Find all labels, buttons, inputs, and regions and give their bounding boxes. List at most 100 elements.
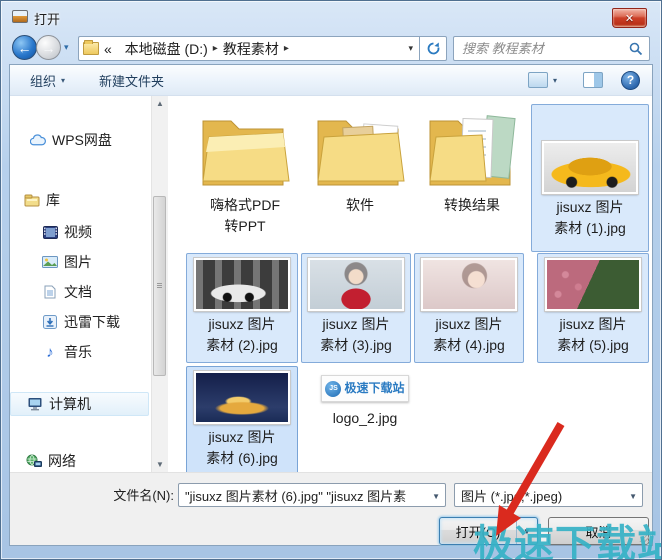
chevron-down-icon: ▾ <box>61 76 65 85</box>
refresh-icon <box>426 41 441 56</box>
file-item-folder-software[interactable]: 软件 <box>303 104 417 252</box>
spacer <box>117 43 120 54</box>
file-item-folder-pdf2ppt[interactable]: 嗨格式PDF 转PPT <box>188 104 302 252</box>
file-name-line: 素材 (2).jpg <box>187 335 297 356</box>
file-item-jisuxz-6[interactable]: jisuxz 图片 素材 (6).jpg <box>186 366 298 472</box>
command-toolbar: 组织 ▾ 新建文件夹 ▾ ? <box>10 65 652 96</box>
sidebar-item-label: 图片 <box>64 252 92 272</box>
file-item-jisuxz-5[interactable]: jisuxz 图片 素材 (5).jpg <box>537 253 649 363</box>
file-name-line: jisuxz 图片 <box>532 197 648 218</box>
sidebar-item-documents[interactable]: 文档 <box>10 280 149 304</box>
navigation-pane: WPS网盘 库 视频 图片 <box>10 96 151 472</box>
preview-pane-button[interactable] <box>575 68 611 92</box>
breadcrumb-collapse-chevron[interactable]: « <box>104 41 112 57</box>
sidebar-item-libraries[interactable]: 库 <box>10 188 149 212</box>
file-name-line: 软件 <box>304 195 416 216</box>
file-name-line: 转换结果 <box>417 195 527 216</box>
search-box[interactable] <box>453 36 650 61</box>
sidebar-item-label: 视频 <box>64 222 92 242</box>
thumbnail-image <box>194 371 290 424</box>
file-name-line: 素材 (3).jpg <box>302 335 410 356</box>
thumbnail-image <box>308 258 404 311</box>
sidebar-item-music[interactable]: ♪ 音乐 <box>10 340 149 364</box>
logo-text: 极速下载站 <box>344 378 404 399</box>
folder-icon <box>195 107 295 195</box>
file-name-line: jisuxz 图片 <box>415 314 523 335</box>
sidebar-scrollbar[interactable]: ▲ ▼ <box>151 96 168 472</box>
help-button[interactable]: ? <box>621 71 640 90</box>
forward-button[interactable]: → <box>36 35 61 60</box>
file-name-line: 素材 (4).jpg <box>415 335 523 356</box>
file-item-jisuxz-1[interactable]: jisuxz 图片 素材 (1).jpg <box>531 104 649 252</box>
new-folder-label: 新建文件夹 <box>99 71 164 90</box>
breadcrumb-item-folder[interactable]: 教程素材 <box>223 39 279 59</box>
watermark-text: 极速下载站 <box>473 512 662 560</box>
folder-icon <box>83 42 99 55</box>
thumbnail-logo: JS 极速下载站 <box>321 375 409 402</box>
file-name-line: jisuxz 图片 <box>187 314 297 335</box>
views-button[interactable]: ▾ <box>520 68 565 92</box>
file-name-line: logo_2.jpg <box>306 408 424 429</box>
search-icon <box>629 42 643 56</box>
breadcrumb-separator-icon[interactable]: ▸ <box>284 43 289 54</box>
forward-arrow-icon: → <box>42 40 56 56</box>
chevron-down-icon[interactable]: ▼ <box>629 492 637 501</box>
thumbnail-image <box>545 258 641 311</box>
chevron-down-icon[interactable]: ▼ <box>432 492 440 501</box>
file-item-jisuxz-2[interactable]: jisuxz 图片 素材 (2).jpg <box>186 253 298 363</box>
music-note-glyph: ♪ <box>46 344 54 361</box>
file-item-jisuxz-3[interactable]: jisuxz 图片 素材 (3).jpg <box>301 253 411 363</box>
help-icon: ? <box>627 73 634 87</box>
address-dropdown-icon[interactable]: ▾ <box>406 43 415 54</box>
file-name-line: 素材 (6).jpg <box>187 448 297 469</box>
sidebar-item-label: 计算机 <box>49 394 91 414</box>
thumbnail-image <box>194 258 290 311</box>
refresh-button[interactable] <box>419 36 447 61</box>
file-item-jisuxz-4[interactable]: jisuxz 图片 素材 (4).jpg <box>414 253 524 363</box>
thumbnail-image <box>542 141 638 194</box>
scroll-down-button[interactable]: ▼ <box>153 457 167 472</box>
folder-icon <box>422 107 522 195</box>
sidebar-item-label: 网络 <box>48 451 76 471</box>
organize-button[interactable]: 组织 ▾ <box>22 67 73 94</box>
sidebar-item-label: WPS网盘 <box>52 130 112 150</box>
arrow-up-icon: ▲ <box>156 99 164 108</box>
breadcrumb-item-drive[interactable]: 本地磁盘 (D:) <box>125 39 208 59</box>
sidebar-item-videos[interactable]: 视频 <box>10 220 149 244</box>
file-item-logo2[interactable]: JS 极速下载站 logo_2.jpg <box>305 374 425 472</box>
network-icon <box>26 453 42 469</box>
arrow-down-icon: ▼ <box>156 460 164 469</box>
filename-combobox[interactable]: "jisuxz 图片素材 (6).jpg" "jisuxz 图片素 ▼ <box>178 483 446 507</box>
dialog-image-icon <box>12 10 28 23</box>
back-arrow-icon: ← <box>18 40 32 56</box>
picture-icon <box>42 254 58 270</box>
sidebar-item-label: 文档 <box>64 282 92 302</box>
sidebar-item-pictures[interactable]: 图片 <box>10 250 149 274</box>
logo-badge-icon: JS <box>325 381 341 397</box>
sidebar-item-network[interactable]: 网络 <box>10 449 149 472</box>
dialog-body: 组织 ▾ 新建文件夹 ▾ ? <box>9 64 653 546</box>
file-name-line: 嗨格式PDF <box>189 195 301 216</box>
file-list: 嗨格式PDF 转PPT 软件 <box>168 96 651 472</box>
filetype-combobox[interactable]: 图片 (*.jpg;*.jpeg) ▼ <box>454 483 643 507</box>
file-name-line: jisuxz 图片 <box>187 427 297 448</box>
breadcrumb[interactable]: « 本地磁盘 (D:) ▸ 教程素材 ▸ ▾ <box>78 36 419 61</box>
breadcrumb-separator-icon[interactable]: ▸ <box>213 43 218 54</box>
scrollbar-thumb[interactable] <box>153 196 166 376</box>
sidebar-item-thunder-downloads[interactable]: 迅雷下载 <box>10 310 149 334</box>
sidebar-item-wps-cloud[interactable]: WPS网盘 <box>10 128 149 152</box>
file-item-folder-results[interactable]: 转换结果 <box>416 104 528 252</box>
title-bar[interactable]: 打开 ✕ <box>1 1 661 31</box>
folder-icon <box>310 107 410 195</box>
search-input[interactable] <box>460 40 629 57</box>
views-icon <box>528 72 548 88</box>
file-name-line: 素材 (1).jpg <box>532 218 648 239</box>
video-icon <box>42 224 58 240</box>
back-button[interactable]: ← <box>12 35 37 60</box>
file-name-line: jisuxz 图片 <box>538 314 648 335</box>
new-folder-button[interactable]: 新建文件夹 <box>91 67 172 94</box>
history-dropdown-icon[interactable]: ▾ <box>64 42 69 53</box>
close-button[interactable]: ✕ <box>612 8 647 28</box>
scroll-up-button[interactable]: ▲ <box>153 96 167 111</box>
sidebar-item-computer[interactable]: 计算机 <box>10 392 149 416</box>
